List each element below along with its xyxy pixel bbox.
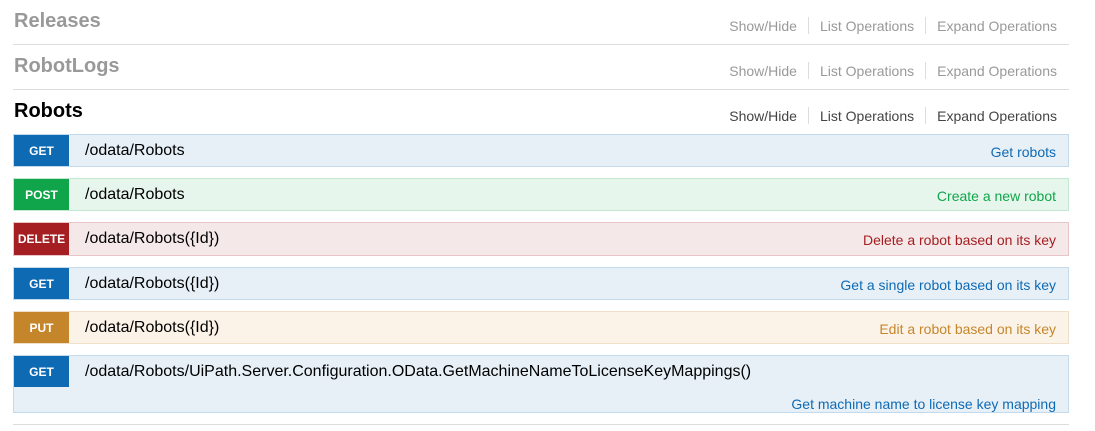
link-divider [925,62,927,79]
section-links-releases: Show/Hide List Operations Expand Operati… [729,17,1057,34]
operation-get-robot-by-id[interactable]: GET /odata/Robots({Id}) Get a single rob… [13,267,1069,300]
method-badge[interactable]: PUT [14,312,69,343]
section-robotlogs: RobotLogs Show/Hide List Operations Expa… [13,45,1069,90]
operation-delete-robot[interactable]: DELETE /odata/Robots({Id}) Delete a robo… [13,222,1069,256]
method-badge[interactable]: GET [14,135,69,166]
operation-summary[interactable]: Delete a robot based on its key [863,232,1056,248]
method-badge[interactable]: POST [14,179,69,210]
section-robots: Robots Show/Hide List Operations Expand … [13,90,1069,134]
show-hide-link[interactable]: Show/Hide [729,63,797,79]
operation-summary[interactable]: Edit a robot based on its key [879,321,1056,337]
section-title-releases[interactable]: Releases [14,10,101,33]
method-badge[interactable]: GET [14,356,69,387]
link-divider [925,107,927,124]
expand-operations-link[interactable]: Expand Operations [937,18,1057,34]
operation-path[interactable]: /odata/Robots [85,142,185,160]
section-title-robotlogs[interactable]: RobotLogs [14,55,120,78]
operation-summary[interactable]: Create a new robot [937,188,1056,204]
section-links-robotlogs: Show/Hide List Operations Expand Operati… [729,62,1057,79]
section-title-robots[interactable]: Robots [14,100,83,123]
list-operations-link[interactable]: List Operations [820,18,914,34]
list-operations-link[interactable]: List Operations [820,63,914,79]
link-divider [807,17,809,34]
list-operations-link[interactable]: List Operations [820,108,914,124]
expand-operations-link[interactable]: Expand Operations [937,108,1057,124]
operation-summary[interactable]: Get robots [991,144,1056,160]
operation-summary[interactable]: Get a single robot based on its key [840,277,1056,293]
link-divider [807,107,809,124]
operation-path[interactable]: /odata/Robots [85,186,185,204]
operation-path[interactable]: /odata/Robots({Id}) [85,230,219,248]
link-divider [807,62,809,79]
operation-post-robots[interactable]: POST /odata/Robots Create a new robot [13,178,1069,211]
operation-path[interactable]: /odata/Robots/UiPath.Server.Configuratio… [85,363,751,381]
operation-path[interactable]: /odata/Robots({Id}) [85,275,219,293]
section-links-robots: Show/Hide List Operations Expand Operati… [729,107,1057,124]
show-hide-link[interactable]: Show/Hide [729,108,797,124]
show-hide-link[interactable]: Show/Hide [729,18,797,34]
operation-summary[interactable]: Get machine name to license key mapping [791,396,1056,412]
operation-put-robot[interactable]: PUT /odata/Robots({Id}) Edit a robot bas… [13,311,1069,344]
operation-get-robots[interactable]: GET /odata/Robots Get robots [13,134,1069,167]
section-releases: Releases Show/Hide List Operations Expan… [13,0,1069,45]
operation-path[interactable]: /odata/Robots({Id}) [85,319,219,337]
expand-operations-link[interactable]: Expand Operations [937,63,1057,79]
section-divider [13,424,1069,425]
link-divider [925,17,927,34]
method-badge[interactable]: DELETE [14,223,69,255]
method-badge[interactable]: GET [14,268,69,299]
operation-get-license-key-mappings[interactable]: GET /odata/Robots/UiPath.Server.Configur… [13,355,1069,413]
